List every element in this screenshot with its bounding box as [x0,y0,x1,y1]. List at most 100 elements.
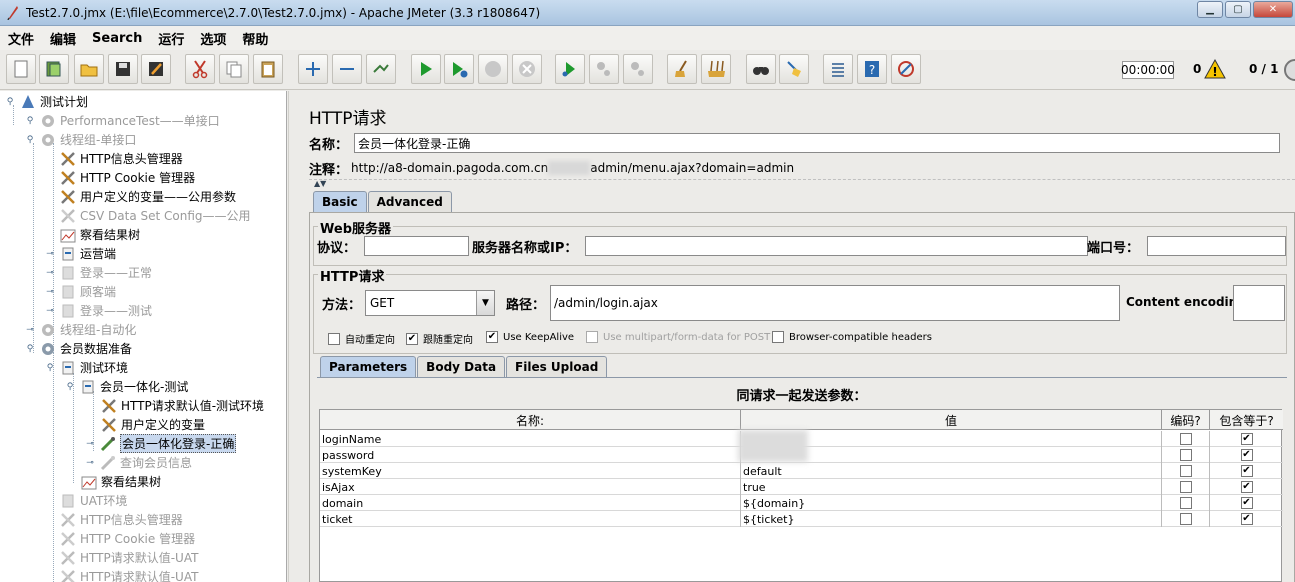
tree-item-listener[interactable]: 察看结果树 [59,225,140,244]
clear-button[interactable] [667,54,697,84]
tree-item-config[interactable]: HTTP请求默认值-UAT [59,567,198,582]
tree-item-config[interactable]: HTTP信息头管理器 [59,510,183,529]
tree-expander-icon[interactable]: ⊸ [44,249,56,259]
checkbox-checked[interactable]: ✔ [1240,481,1253,493]
encode-checkbox-cell[interactable] [1162,431,1210,447]
save-button[interactable] [108,54,138,84]
checkbox[interactable] [772,331,784,343]
tree-item-thread-group[interactable]: ⚲ 会员数据准备 [24,339,132,358]
function-helper-button[interactable] [823,54,853,84]
checkbox[interactable] [328,332,340,345]
tree-item-config[interactable]: HTTP Cookie 管理器 [59,529,195,548]
remote-stop-button[interactable] [589,54,619,84]
start-button[interactable] [411,54,441,84]
tree-item-controller[interactable]: ⊸ 运营端 [44,244,116,263]
tab-body-data[interactable]: Body Data [417,356,506,377]
path-input[interactable]: /admin/login.ajax [550,285,1120,321]
tree-expander-icon[interactable]: ⚲ [24,344,36,354]
checkbox-checked[interactable]: ✔ [1240,513,1253,525]
tree-item-sampler-selected[interactable]: ⊸ 会员一体化登录-正确 [84,434,237,453]
encode-checkbox-cell[interactable] [1162,495,1210,511]
option-follow-redirects[interactable]: ✔ 跟随重定向 [406,331,473,346]
tree-expander-icon[interactable]: ⊸ [44,306,56,316]
table-row[interactable]: domain ${domain} ✔ [320,495,1283,511]
checkbox-checked[interactable]: ✔ [1240,497,1253,509]
search-button[interactable] [746,54,776,84]
checkbox[interactable] [586,331,598,343]
tree-item-config[interactable]: HTTP请求默认值-UAT [59,548,198,567]
table-row[interactable]: ticket ${ticket} ✔ [320,511,1283,527]
tree-expander-icon[interactable]: ⚲ [24,135,36,145]
param-value[interactable]: default [741,463,1162,479]
tree-item-test-plan[interactable]: ⚲ 测试计划 [4,92,88,111]
menu-search[interactable]: Search [84,31,150,46]
tree-item-config[interactable]: HTTP请求默认值-测试环境 [100,396,264,415]
stop-button[interactable] [478,54,508,84]
menu-file[interactable]: 文件 [0,29,42,48]
method-select[interactable]: GET ▼ [365,290,495,316]
include-equals-checkbox-cell[interactable]: ✔ [1210,495,1283,511]
tree-item-config[interactable]: HTTP Cookie 管理器 [59,168,195,187]
protocol-input[interactable] [364,236,470,256]
column-header-include-equals[interactable]: 包含等于? [1210,410,1283,430]
tab-basic[interactable]: Basic [313,191,367,212]
column-header-value[interactable]: 值 [741,410,1162,430]
option-browser-headers[interactable]: Browser-compatible headers [772,331,932,343]
checkbox[interactable] [1179,465,1192,477]
minimize-button[interactable]: ▁ [1197,1,1223,18]
include-equals-checkbox-cell[interactable]: ✔ [1210,511,1283,527]
menu-edit[interactable]: 编辑 [42,29,84,48]
param-value[interactable]: ${domain} [741,495,1162,511]
param-name[interactable]: domain [320,495,741,511]
menu-help[interactable]: 帮助 [234,29,276,48]
option-keepalive[interactable]: ✔ Use KeepAlive [486,331,574,343]
log-viewer-button[interactable] [891,54,921,84]
collapse-all-button[interactable] [332,54,362,84]
server-input[interactable] [585,236,1089,256]
param-name[interactable]: ticket [320,511,741,527]
warning-icon[interactable]: ! [1204,58,1226,82]
reset-search-button[interactable] [779,54,809,84]
save-as-button[interactable] [141,54,171,84]
encode-checkbox-cell[interactable] [1162,479,1210,495]
encode-checkbox-cell[interactable] [1162,463,1210,479]
tree-item-controller[interactable]: ⚲ 会员一体化-测试 [64,377,188,396]
tree-expander-icon[interactable]: ⚲ [44,363,56,373]
param-value[interactable]: ${ticket} [741,511,1162,527]
checkbox[interactable] [1179,497,1192,509]
copy-button[interactable] [219,54,249,84]
param-name[interactable]: loginName [320,431,741,447]
tree-item-config[interactable]: 用户定义的变量 [100,415,205,434]
help-button[interactable]: ? [857,54,887,84]
paste-button[interactable] [253,54,283,84]
include-equals-checkbox-cell[interactable]: ✔ [1210,447,1283,463]
close-button[interactable]: ✕ [1253,1,1293,18]
cut-button[interactable] [185,54,215,84]
tree-expander-icon[interactable]: ⊸ [24,325,36,335]
tree-item-config[interactable]: 用户定义的变量——公用参数 [59,187,236,206]
tree-item-sampler[interactable]: ⊸ 查询会员信息 [84,453,192,472]
param-name[interactable]: systemKey [320,463,741,479]
pane-splitter[interactable] [288,91,297,582]
tree-item-thread-group[interactable]: ⚲ PerformanceTest——单接口 [24,111,220,130]
shutdown-button[interactable] [512,54,542,84]
open-button[interactable] [74,54,104,84]
include-equals-checkbox-cell[interactable]: ✔ [1210,431,1283,447]
tree-item-controller[interactable]: ⊸ 登录——测试 [44,301,152,320]
collapse-arrows-icon[interactable]: ▲▼ [314,179,326,188]
param-name[interactable]: password [320,447,741,463]
tree-expander-icon[interactable]: ⊸ [84,439,96,449]
start-no-pauses-button[interactable] [444,54,474,84]
expand-all-button[interactable] [298,54,328,84]
menu-options[interactable]: 选项 [192,29,234,48]
include-equals-checkbox-cell[interactable]: ✔ [1210,479,1283,495]
maximize-button[interactable]: ▢ [1225,1,1251,18]
column-header-name[interactable]: 名称: [320,410,741,430]
encoding-input[interactable] [1233,285,1285,321]
new-button[interactable] [6,54,36,84]
tab-advanced[interactable]: Advanced [367,191,452,212]
tree-item-config[interactable]: HTTP信息头管理器 [59,149,183,168]
chevron-down-icon[interactable]: ▼ [476,291,494,315]
comment-input[interactable]: http://a8-domain.pagoda.com.cn admin/men… [348,158,1289,178]
clear-all-button[interactable] [701,54,731,84]
